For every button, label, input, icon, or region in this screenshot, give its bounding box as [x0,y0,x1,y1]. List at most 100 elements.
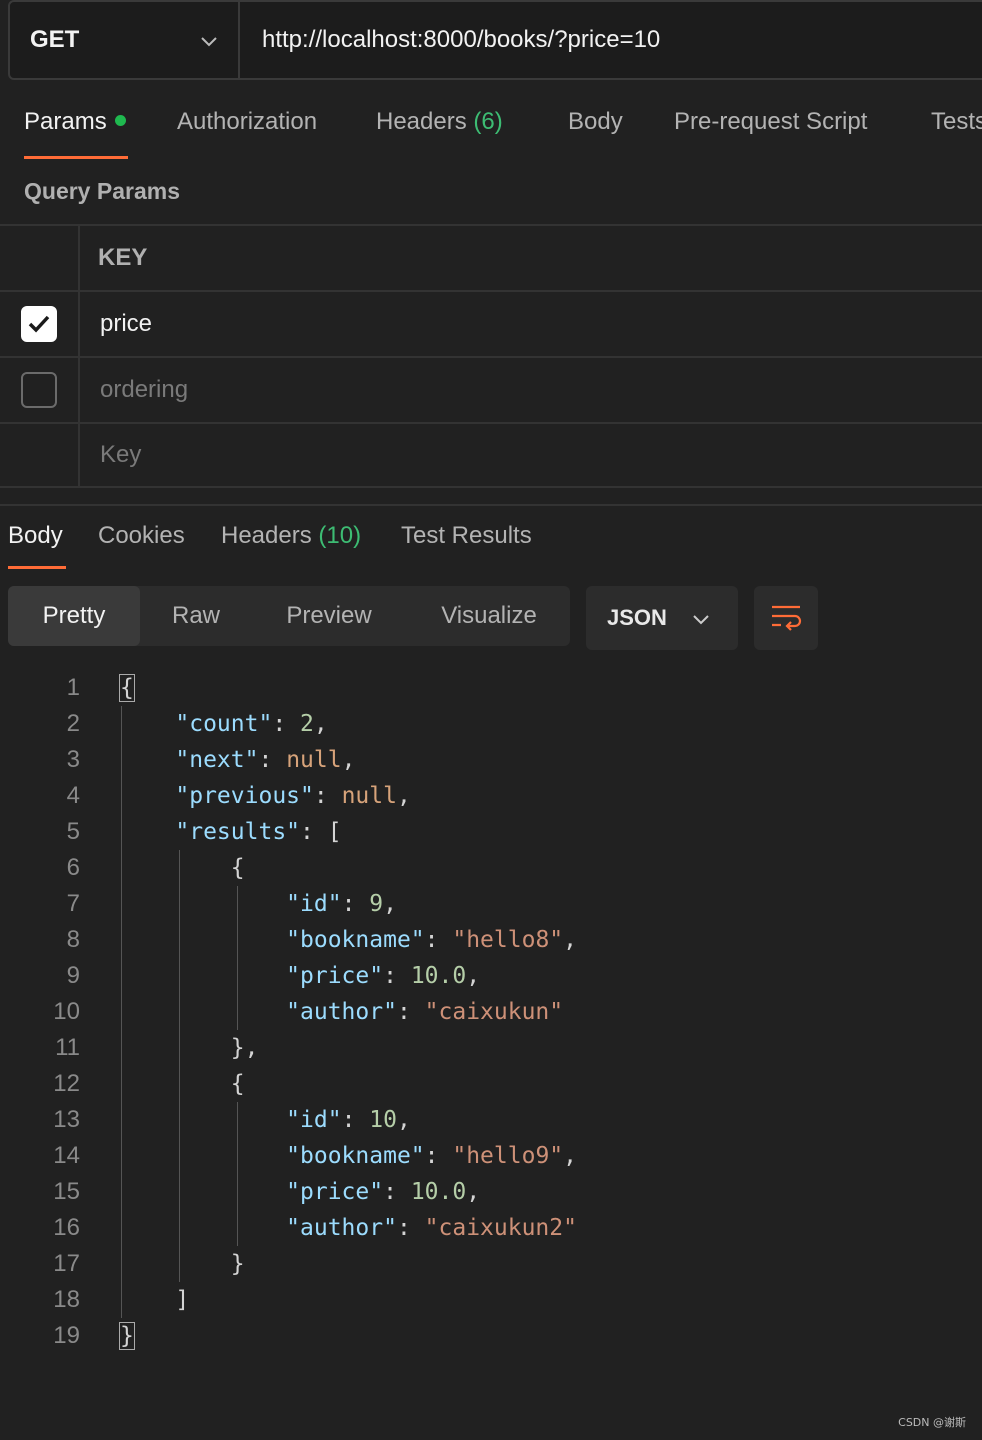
tab-headers-label: Headers [376,108,467,135]
tab-body[interactable]: Body [568,108,623,136]
line-number: 18 [53,1286,80,1313]
code-text: "previous": null, [175,783,411,809]
code-line: 19} [0,1318,982,1354]
checkbox-column-header [0,226,80,290]
format-select[interactable]: JSON [586,586,738,650]
tab-prerequest-script[interactable]: Pre-request Script [674,108,867,136]
table-header-row: KEY [0,224,982,290]
line-number: 1 [66,674,80,701]
code-text: { [120,1071,245,1097]
code-text: "next": null, [175,747,356,773]
tab-tests[interactable]: Tests [931,108,982,136]
format-label: JSON [607,605,667,630]
code-text: } [120,1251,245,1277]
code-text: "author": "caixukun2" [286,1215,577,1241]
code-line: 15 "price": 10.0, [0,1174,982,1210]
response-tab-headers[interactable]: Headers (10) [221,522,361,550]
active-response-tab-underline [8,566,66,569]
response-body-code[interactable]: 1{2 "count": 2, 3 "next": null, 4 "previou… [0,670,982,1354]
key-column-header: KEY [98,244,148,271]
line-number: 4 [66,782,80,809]
chevron-down-icon [201,37,217,47]
response-tab-test-results[interactable]: Test Results [401,522,532,550]
code-line: 17 } [0,1246,982,1282]
code-line: 11 }, [0,1030,982,1066]
code-line: 2 "count": 2, [0,706,982,742]
new-key-input[interactable]: Key [100,424,141,486]
view-raw-button[interactable]: Raw [148,586,244,646]
line-number: 5 [66,818,80,845]
param-key-ordering[interactable]: ordering [100,358,188,422]
response-tab-headers-count: (10) [318,522,362,549]
table-row: ordering [0,356,982,422]
tab-headers[interactable]: Headers (6) [376,108,503,136]
view-mode-toggle: Pretty Raw Preview Visualize [8,586,570,646]
checkbox-cell [0,292,80,356]
code-line: 4 "previous": null, [0,778,982,814]
code-text: "bookname": "hello8", [286,927,577,953]
code-line: 1{ [0,670,982,706]
code-line: 3 "next": null, [0,742,982,778]
line-number: 11 [55,1034,80,1061]
code-line: 10 "author": "caixukun" [0,994,982,1030]
view-pretty-button[interactable]: Pretty [8,586,140,646]
code-text: } [119,1322,135,1350]
table-row: Key [0,422,982,488]
code-text: "count": 2, [175,711,328,737]
query-params-title: Query Params [24,178,180,204]
param-checkbox-price[interactable] [21,306,57,342]
checkbox-cell [0,358,80,422]
line-number: 13 [53,1106,80,1133]
code-text: "id": 10, [286,1107,411,1133]
line-number: 3 [66,746,80,773]
code-text: "price": 10.0, [286,963,481,989]
line-number: 14 [53,1142,80,1169]
code-text: "bookname": "hello9", [286,1143,577,1169]
view-preview-button[interactable]: Preview [260,586,398,646]
wrap-lines-button[interactable] [754,586,818,650]
tab-authorization[interactable]: Authorization [177,108,317,136]
tab-params[interactable]: Params [24,108,126,136]
line-number: 16 [53,1214,80,1241]
response-tab-body[interactable]: Body [8,522,63,550]
code-text: "author": "caixukun" [286,999,564,1025]
code-text: }, [120,1035,259,1061]
request-url-bar: GET http://localhost:8000/books/?price=1… [8,0,982,80]
line-number: 7 [66,890,80,917]
line-number: 9 [66,962,80,989]
param-key-price[interactable]: price [100,292,152,356]
table-row: price [0,290,982,356]
view-visualize-button[interactable]: Visualize [418,586,560,646]
code-line: 18 ] [0,1282,982,1318]
code-text: { [119,674,135,702]
code-line: 8 "bookname": "hello8", [0,922,982,958]
tab-params-label: Params [24,108,107,135]
code-line: 9 "price": 10.0, [0,958,982,994]
line-number: 8 [66,926,80,953]
url-input[interactable]: http://localhost:8000/books/?price=10 [240,2,660,78]
wrap-lines-icon [772,605,802,631]
url-text: http://localhost:8000/books/?price=10 [262,26,661,53]
pane-divider[interactable] [0,504,982,506]
code-line: 12 { [0,1066,982,1102]
active-tab-underline [24,156,128,159]
line-number: 6 [66,854,80,881]
params-active-dot [114,115,126,127]
response-tab-cookies[interactable]: Cookies [98,522,185,550]
code-text: ] [120,1287,190,1313]
code-line: 14 "bookname": "hello9", [0,1138,982,1174]
code-text: "id": 9, [286,891,397,917]
param-checkbox-ordering[interactable] [21,372,57,408]
code-line: 6 { [0,850,982,886]
method-label: GET [30,26,80,53]
line-number: 19 [53,1322,80,1349]
line-number: 17 [53,1250,80,1277]
line-number: 15 [53,1178,80,1205]
line-number: 10 [53,998,80,1025]
query-params-table: KEY price ordering Key [0,224,982,488]
code-line: 13 "id": 10, [0,1102,982,1138]
code-line: 5 "results": [ [0,814,982,850]
line-number: 2 [66,710,80,737]
response-tab-headers-label: Headers [221,522,312,549]
request-tabs: Params Authorization Headers (6) Body Pr… [0,108,982,160]
